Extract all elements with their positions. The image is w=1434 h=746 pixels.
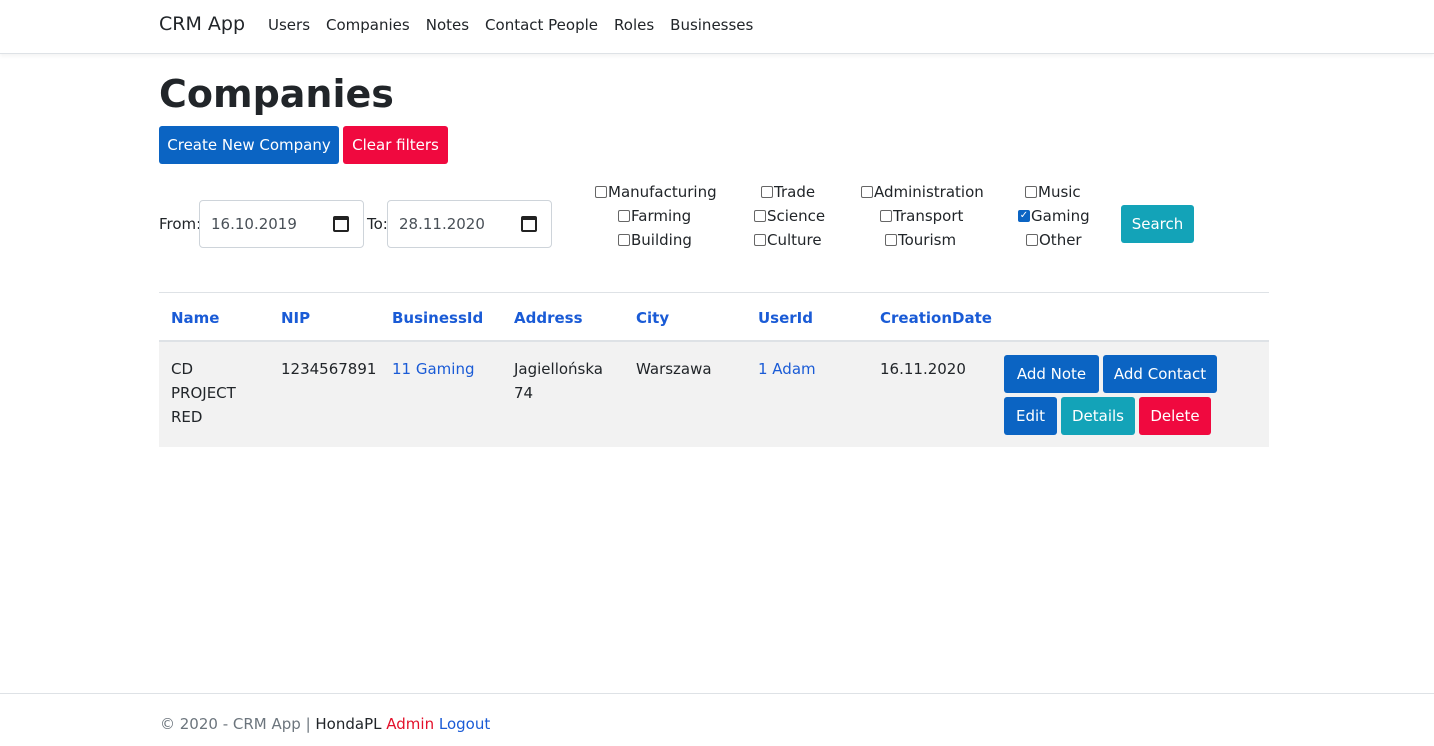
calendar-icon[interactable] bbox=[521, 216, 537, 232]
footer-copyright: © 2020 - CRM App | bbox=[160, 715, 311, 733]
checkbox-box[interactable] bbox=[754, 234, 766, 246]
checkbox-box[interactable] bbox=[618, 210, 630, 222]
checkbox-box[interactable] bbox=[618, 234, 630, 246]
checkbox-box[interactable] bbox=[754, 210, 766, 222]
checkbox-music[interactable]: Music bbox=[1025, 183, 1081, 201]
cell-name: CD PROJECT RED bbox=[171, 360, 236, 426]
cell-user-link[interactable]: 1 Adam bbox=[758, 357, 816, 381]
checkbox-other[interactable]: Other bbox=[1026, 231, 1082, 249]
checkbox-label: Music bbox=[1038, 183, 1081, 201]
checkbox-box[interactable] bbox=[761, 186, 773, 198]
calendar-icon[interactable] bbox=[333, 216, 349, 232]
navbar: CRM App Users Companies Notes Contact Pe… bbox=[0, 0, 1434, 54]
footer-username: HondaPL bbox=[315, 715, 382, 733]
search-button[interactable]: Search bbox=[1121, 205, 1194, 243]
column-header-businessid[interactable]: BusinessId bbox=[392, 309, 483, 327]
checkbox-gaming[interactable]: Gaming bbox=[1018, 207, 1090, 225]
nav-link-companies[interactable]: Companies bbox=[326, 16, 410, 34]
checkbox-box[interactable] bbox=[880, 210, 892, 222]
from-date-value: 16.10.2019 bbox=[211, 215, 297, 233]
column-header-address[interactable]: Address bbox=[514, 309, 583, 327]
checkbox-label: Trade bbox=[774, 183, 816, 201]
nav-link-users[interactable]: Users bbox=[268, 16, 310, 34]
checkbox-box[interactable] bbox=[885, 234, 897, 246]
checkbox-label: Manufacturing bbox=[608, 183, 717, 201]
logout-link[interactable]: Logout bbox=[439, 715, 490, 733]
nav-link-roles[interactable]: Roles bbox=[614, 16, 654, 34]
nav-link-contact-people[interactable]: Contact People bbox=[485, 16, 598, 34]
add-contact-button[interactable]: Add Contact bbox=[1103, 355, 1217, 393]
footer-role: Admin bbox=[386, 715, 435, 733]
checkbox-label: Building bbox=[631, 231, 692, 249]
nav-link-notes[interactable]: Notes bbox=[426, 16, 469, 34]
to-date-input[interactable]: 28.11.2020 bbox=[387, 200, 552, 248]
checkbox-culture[interactable]: Culture bbox=[754, 231, 822, 249]
from-label: From: bbox=[159, 215, 202, 233]
checkbox-science[interactable]: Science bbox=[754, 207, 825, 225]
checkbox-box[interactable] bbox=[861, 186, 873, 198]
checkbox-transport[interactable]: Transport bbox=[880, 207, 963, 225]
column-header-userid[interactable]: UserId bbox=[758, 309, 813, 327]
add-note-button[interactable]: Add Note bbox=[1004, 355, 1099, 393]
checkbox-administration[interactable]: Administration bbox=[861, 183, 984, 201]
checkbox-manufacturing[interactable]: Manufacturing bbox=[595, 183, 717, 201]
checkbox-farming[interactable]: Farming bbox=[618, 207, 691, 225]
checkbox-label: Culture bbox=[767, 231, 822, 249]
brand-link[interactable]: CRM App bbox=[159, 13, 245, 35]
nav-link-businesses[interactable]: Businesses bbox=[670, 16, 753, 34]
page-title: Companies bbox=[159, 72, 394, 116]
details-button[interactable]: Details bbox=[1061, 397, 1135, 435]
cell-creation-date: 16.11.2020 bbox=[880, 360, 966, 378]
cell-nip: 1234567891 bbox=[281, 360, 377, 378]
create-company-button[interactable]: Create New Company bbox=[159, 126, 339, 164]
checkbox-trade[interactable]: Trade bbox=[761, 183, 815, 201]
cell-address: Jagiellońska 74 bbox=[514, 360, 603, 402]
to-label: To: bbox=[367, 215, 388, 233]
checkbox-box[interactable] bbox=[1018, 210, 1030, 222]
checkbox-label: Gaming bbox=[1031, 207, 1090, 225]
nav-links: Users Companies Notes Contact People Rol… bbox=[268, 16, 753, 34]
checkbox-box[interactable] bbox=[595, 186, 607, 198]
from-date-input[interactable]: 16.10.2019 bbox=[199, 200, 364, 248]
footer: © 2020 - CRM App | HondaPL Admin Logout bbox=[160, 715, 490, 733]
checkbox-box[interactable] bbox=[1026, 234, 1038, 246]
footer-divider bbox=[0, 693, 1434, 694]
checkbox-tourism[interactable]: Tourism bbox=[885, 231, 956, 249]
checkbox-label: Science bbox=[767, 207, 826, 225]
column-header-nip[interactable]: NIP bbox=[281, 309, 310, 327]
clear-filters-button[interactable]: Clear filters bbox=[343, 126, 448, 164]
checkbox-label: Transport bbox=[893, 207, 964, 225]
edit-button[interactable]: Edit bbox=[1004, 397, 1057, 435]
checkbox-label: Tourism bbox=[898, 231, 957, 249]
checkbox-label: Administration bbox=[874, 183, 984, 201]
cell-business-link[interactable]: 11 Gaming bbox=[392, 357, 474, 381]
table-divider bbox=[159, 292, 1269, 293]
column-header-city[interactable]: City bbox=[636, 309, 669, 327]
checkbox-label: Farming bbox=[631, 207, 692, 225]
checkbox-label: Other bbox=[1039, 231, 1082, 249]
cell-city: Warszawa bbox=[636, 360, 712, 378]
column-header-creationdate[interactable]: CreationDate bbox=[880, 309, 992, 327]
delete-button[interactable]: Delete bbox=[1139, 397, 1211, 435]
checkbox-box[interactable] bbox=[1025, 186, 1037, 198]
column-header-name[interactable]: Name bbox=[171, 309, 219, 327]
checkbox-building[interactable]: Building bbox=[618, 231, 692, 249]
to-date-value: 28.11.2020 bbox=[399, 215, 485, 233]
